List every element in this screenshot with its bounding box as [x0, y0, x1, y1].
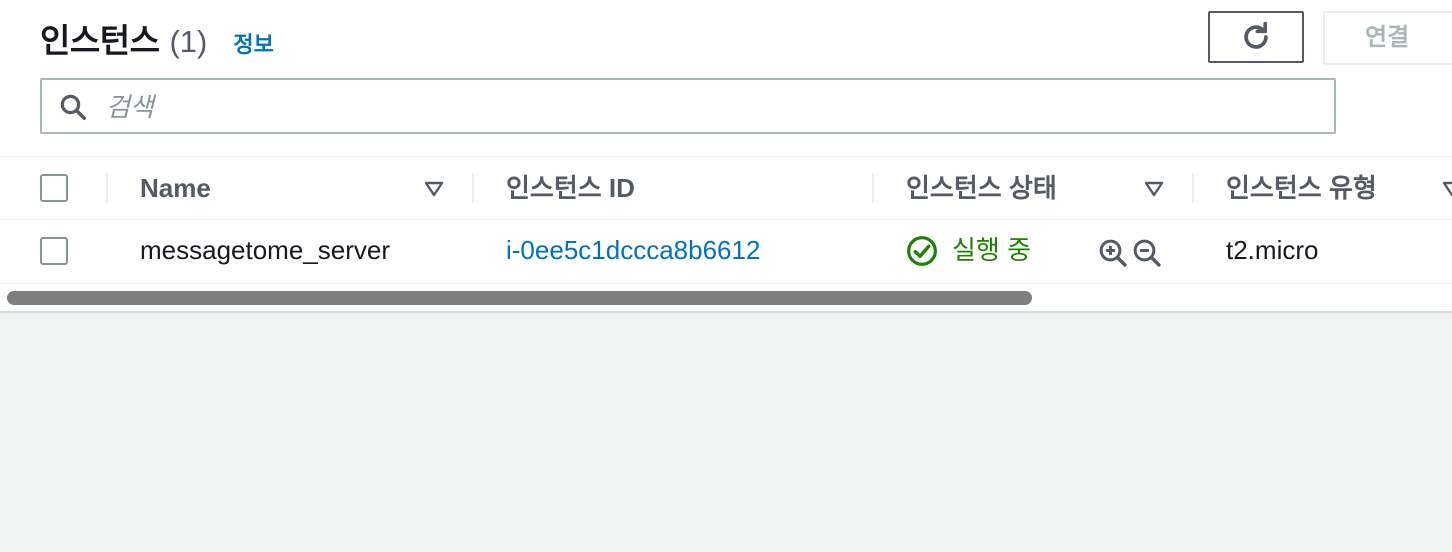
instance-count: (1) [169, 24, 208, 59]
instance-state: 실행 중 [906, 218, 1031, 283]
search-box [40, 78, 1336, 134]
column-header-instance-id: 인스턴스 ID [506, 173, 635, 203]
check-circle-icon [907, 235, 937, 266]
info-link[interactable]: 정보 [233, 27, 273, 59]
connect-button[interactable]: 연결 [1323, 11, 1452, 65]
column-header-instance-type: 인스턴스 유형 [1226, 173, 1377, 203]
instance-state-label: 실행 중 [952, 235, 1031, 265]
table-row[interactable]: messagetome_server i-0ee5c1dccca8b6612 실… [0, 218, 1452, 284]
table-header: Name 인스턴스 ID 인스턴스 상태 인스턴스 유형 [0, 156, 1452, 220]
zoom-out-icon[interactable] [1132, 238, 1162, 268]
refresh-button[interactable] [1208, 11, 1304, 63]
search-input[interactable] [104, 80, 1308, 134]
horizontal-scrollbar[interactable] [7, 291, 1032, 305]
zoom-in-icon[interactable] [1098, 238, 1128, 268]
sort-descending-icon[interactable] [424, 181, 444, 197]
panel-header: 인스턴스 (1) 정보 [40, 14, 274, 62]
column-divider [472, 173, 474, 203]
column-header-name: Name [140, 173, 211, 203]
select-all-checkbox[interactable] [40, 174, 68, 202]
column-divider [1192, 173, 1194, 203]
refresh-icon [1244, 21, 1268, 49]
column-divider [872, 173, 874, 203]
instances-panel: 인스턴스 (1) 정보 연결 Name 인스턴스 ID 인스턴스 상태 [0, 0, 1452, 313]
column-header-instance-state: 인스턴스 상태 [906, 173, 1057, 203]
search-icon [60, 94, 86, 120]
instance-name: messagetome_server [140, 235, 390, 265]
row-checkbox[interactable] [40, 237, 68, 265]
page-title: 인스턴스 [40, 22, 160, 59]
instance-type: t2.micro [1226, 235, 1319, 265]
instance-id-link[interactable]: i-0ee5c1dccca8b6612 [506, 218, 760, 283]
sort-descending-icon[interactable] [1442, 181, 1452, 197]
column-divider [106, 173, 108, 203]
sort-descending-icon[interactable] [1144, 181, 1164, 197]
